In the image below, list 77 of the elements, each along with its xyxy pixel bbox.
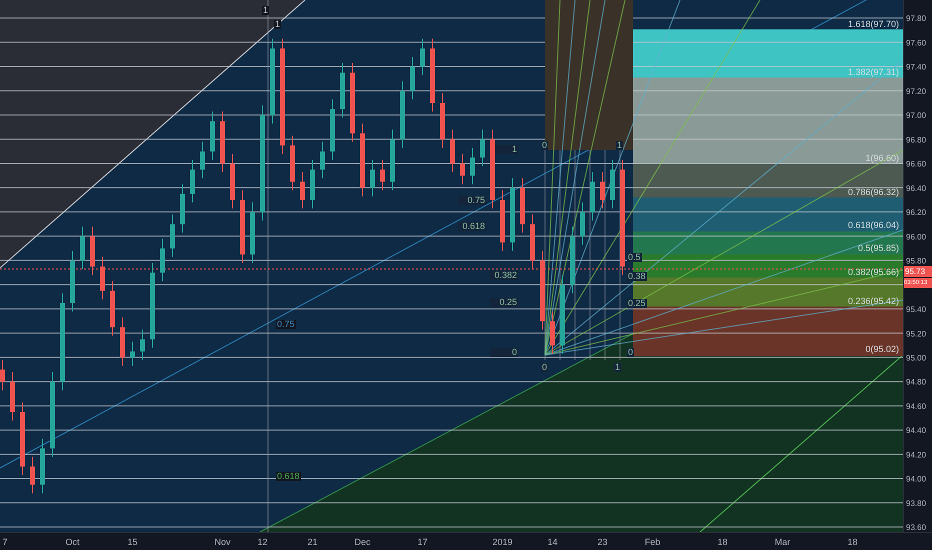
fib-level-label: 0(95.02) (865, 345, 899, 354)
time-tick-label: Feb (644, 537, 660, 547)
current-price-badge: 95.73 (904, 266, 932, 278)
price-tick-label: 95.00 (906, 354, 926, 362)
gann-level-label: 0.25 (627, 299, 647, 308)
gann-level-label: 0 (541, 141, 548, 150)
candlestick (140, 329, 145, 360)
channel-level-label: 0.618 (276, 472, 301, 481)
price-tick-label: 95.40 (906, 305, 926, 314)
price-tick-label: 96.40 (906, 184, 926, 193)
price-tick-label: 95.80 (906, 256, 926, 266)
time-tick-label: 18 (718, 537, 728, 547)
gann-level-label: 0.5 (627, 253, 642, 262)
price-tick-label: 97.00 (906, 111, 926, 120)
price-tick-label: 96.00 (906, 232, 926, 242)
fib-level-label: 0.5(95.85) (858, 244, 899, 254)
time-tick-label: 14 (548, 537, 558, 547)
price-tick-label: 95.20 (906, 329, 926, 338)
time-tick-label: 21 (308, 537, 318, 547)
fib-level-label: 0.618(96.04) (848, 221, 899, 230)
candlestick (200, 141, 205, 179)
price-tick-label: 97.40 (906, 62, 926, 72)
fib-level-label: 0.786(96.32) (848, 188, 899, 197)
price-tick-label: 97.60 (906, 38, 926, 48)
gann-level-label: 0 (490, 348, 518, 357)
price-tick-label: 94.20 (906, 450, 926, 460)
fib-level-label: 1.382(97.31) (848, 68, 899, 77)
price-tick-label: 93.80 (906, 498, 926, 508)
price-tick-label: 94.80 (906, 378, 926, 387)
price-tick-label: 96.80 (906, 135, 926, 144)
candlestick (480, 129, 485, 167)
gann-level-label: 0.25 (490, 298, 518, 307)
candlestick (370, 159, 375, 197)
gann-level-label: 0.75 (458, 196, 486, 205)
price-tick-label: 96.20 (906, 208, 926, 218)
price-tick-label: 94.60 (906, 402, 926, 411)
price-tick-label: 97.80 (906, 14, 926, 24)
fib-level-label: 1(96.60) (865, 154, 899, 163)
time-tick-label: 12 (258, 537, 268, 547)
time-tick-label: 2019 (492, 537, 513, 547)
price-tick-label: 96.60 (906, 160, 926, 169)
channel-level-label: 1 (274, 20, 282, 29)
price-tick-label: 97.20 (906, 86, 926, 96)
candlestick (380, 159, 385, 191)
gann-level-label: 0 (541, 363, 548, 372)
gann-level-label: 0.38 (627, 272, 647, 281)
time-tick-label: Oct (66, 537, 80, 547)
time-tick-label: 23 (598, 537, 608, 547)
candlestick (300, 172, 305, 209)
time-tick-label: Mar (774, 537, 790, 547)
time-tick-label: 7 (2, 537, 8, 547)
time-tick-label: 15 (128, 537, 138, 547)
candlestick (320, 141, 325, 179)
candlestick (30, 456, 35, 494)
price-tick-label: 94.40 (906, 426, 926, 436)
candlestick (600, 172, 605, 209)
price-tick-label: 93.60 (906, 523, 926, 532)
gann-level-label: 0.382 (490, 271, 518, 280)
time-tick-label: 17 (418, 537, 428, 547)
channel-level-label: 0.75 (276, 320, 296, 329)
time-tick-label: 18 (848, 537, 858, 547)
candlestick (470, 147, 475, 185)
fib-level-label: 0.236(95.42) (848, 296, 899, 306)
time-tick-label: Dec (354, 537, 370, 547)
candlestick (420, 38, 425, 76)
candlestick (0, 359, 5, 391)
gann-level-label: 1 (614, 363, 622, 372)
price-tick-label: 94.00 (906, 474, 926, 484)
time-tick-label: Nov (214, 537, 230, 547)
candlestick (460, 153, 465, 185)
fib-level-label: 0.382(95.66) (848, 268, 899, 276)
gann-level-label: 0.618 (458, 222, 486, 231)
candlestick (130, 341, 135, 366)
channel-level-label: 1 (262, 6, 270, 15)
gann-level-label: 0 (627, 348, 634, 357)
fib-level-label: 1.618(97.70) (848, 20, 899, 30)
gann-level-label: 1 (616, 141, 624, 150)
